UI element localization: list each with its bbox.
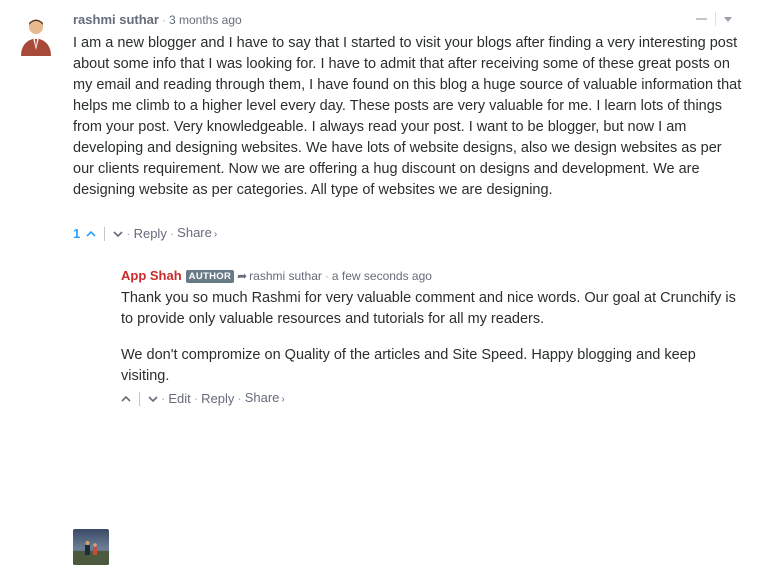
divider xyxy=(104,227,106,241)
caret-down-icon[interactable] xyxy=(724,16,732,22)
edit-link[interactable]: Edit xyxy=(168,391,190,407)
action-separator: · xyxy=(193,391,199,406)
upvote-icon[interactable] xyxy=(86,229,96,239)
action-separator: · xyxy=(169,226,175,241)
comment-paragraph: I am a new blogger and I have to say tha… xyxy=(73,35,742,198)
timestamp[interactable]: 3 months ago xyxy=(169,13,242,27)
meta-separator: · xyxy=(324,269,329,283)
vote-count: 1 xyxy=(73,226,81,241)
comment-paragraph: We don't compromize on Quality of the ar… xyxy=(121,347,696,384)
comment-body: I am a new blogger and I have to say tha… xyxy=(73,33,743,201)
reply-arrow-icon: ➦ xyxy=(237,269,248,283)
author-name[interactable]: rashmi suthar xyxy=(73,12,159,27)
reply-link[interactable]: Reply xyxy=(134,226,167,242)
chevron-right-icon: › xyxy=(281,394,285,405)
avatar[interactable] xyxy=(73,529,109,565)
share-link[interactable]: Share › xyxy=(245,390,285,408)
comment-footer: 1 · Reply · Share › xyxy=(73,225,217,243)
in-reply-to[interactable]: rashmi suthar xyxy=(249,269,322,283)
divider xyxy=(715,12,716,26)
comment-body: Thank you so much Rashmi for very valuab… xyxy=(121,288,746,387)
upvote-icon[interactable] xyxy=(121,394,131,404)
comment-paragraph: Thank you so much Rashmi for very valuab… xyxy=(121,290,736,327)
collapse-icon[interactable] xyxy=(696,18,707,20)
share-link[interactable]: Share › xyxy=(177,225,217,243)
action-separator: · xyxy=(237,391,242,406)
timestamp[interactable]: a few seconds ago xyxy=(332,269,432,283)
divider xyxy=(139,392,140,406)
share-label: Share xyxy=(177,225,212,240)
share-label: Share xyxy=(244,390,280,405)
author-name[interactable]: App Shah xyxy=(121,268,182,283)
avatar[interactable] xyxy=(15,14,57,56)
downvote-icon[interactable] xyxy=(113,229,123,239)
comment-footer: · Edit · Reply · Share › xyxy=(121,390,285,408)
meta-separator: · xyxy=(161,13,166,27)
author-badge: AUTHOR xyxy=(185,270,235,283)
comment-header: App Shah AUTHOR ➦ rashmi suthar · a few secon… xyxy=(121,268,432,284)
action-separator: · xyxy=(126,226,131,241)
reply-link[interactable]: Reply xyxy=(201,391,234,407)
chevron-right-icon: › xyxy=(213,229,218,240)
downvote-icon[interactable] xyxy=(148,394,158,404)
comment-controls xyxy=(696,12,732,26)
comment-header: rashmi suthar · 3 months ago xyxy=(73,12,242,28)
action-separator: · xyxy=(161,391,166,406)
